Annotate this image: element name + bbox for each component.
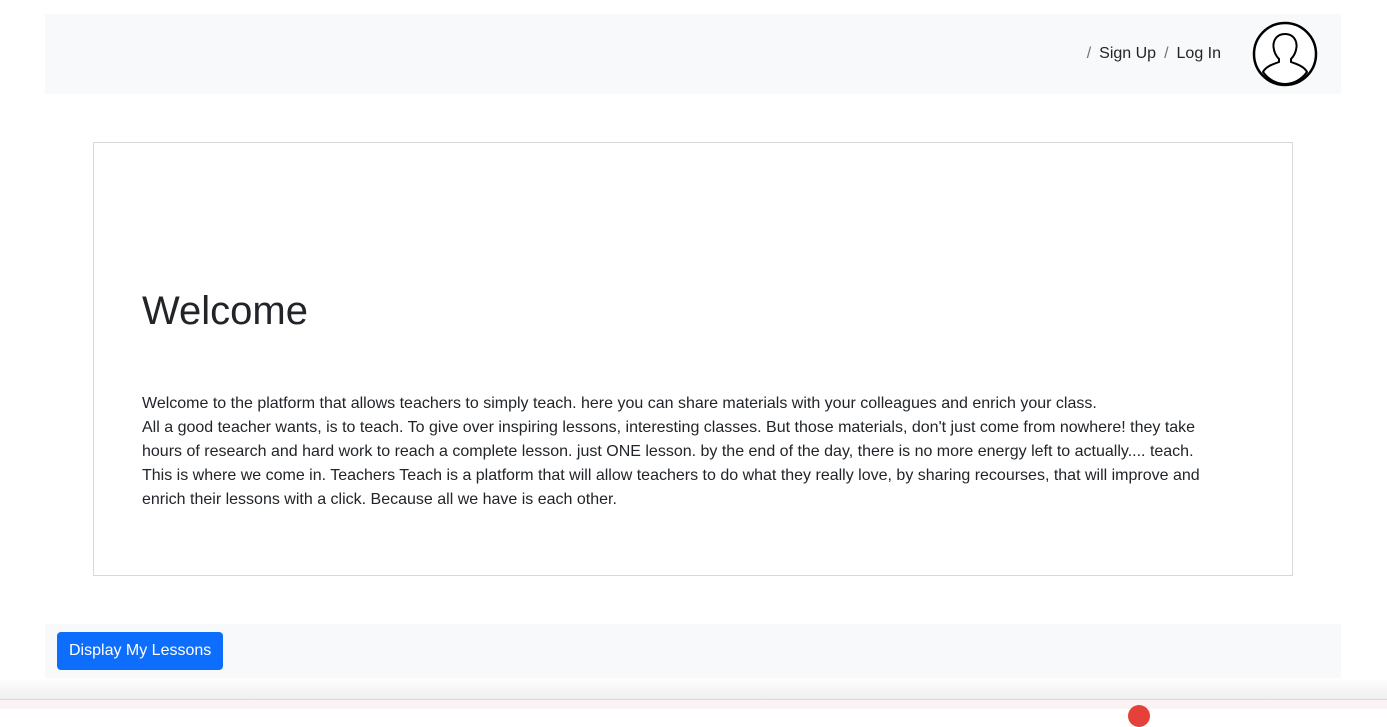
sign-up-link[interactable]: Sign Up <box>1099 45 1156 63</box>
page-title: Welcome <box>142 289 308 333</box>
intro-text: Welcome to the platform that allows teac… <box>142 392 1232 512</box>
browser-bottom-strip <box>0 699 1387 727</box>
breadcrumb-separator: / <box>1164 45 1169 62</box>
top-navbar: / Sign Up / Log In <box>45 14 1341 94</box>
notification-dot-icon <box>1128 705 1150 727</box>
lessons-bar: Display My Lessons <box>45 624 1341 678</box>
intro-paragraph: Welcome to the platform that allows teac… <box>142 395 1097 412</box>
user-avatar-icon[interactable] <box>1252 21 1318 87</box>
intro-paragraph: All a good teacher wants, is to teach. T… <box>142 419 1196 460</box>
breadcrumb-separator: / <box>1086 45 1092 62</box>
welcome-card: Welcome Welcome to the platform that all… <box>93 142 1293 576</box>
display-my-lessons-button[interactable]: Display My Lessons <box>57 632 224 670</box>
page-bottom-shadow <box>0 678 1387 700</box>
auth-links: / Sign Up / Log In <box>1087 14 1229 94</box>
log-in-link[interactable]: Log In <box>1177 45 1221 63</box>
intro-paragraph: This is where we come in. Teachers Teach… <box>142 467 1200 508</box>
